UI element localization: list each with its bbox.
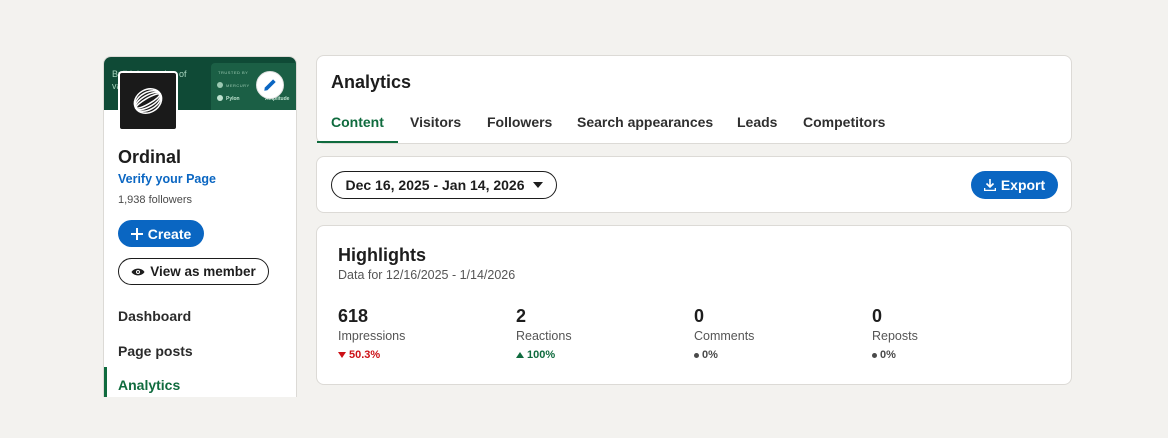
metric-change-value: 0%	[702, 349, 718, 361]
company-logo	[118, 71, 178, 131]
metric-change: 0%	[872, 349, 1042, 361]
date-range-dropdown[interactable]: Dec 16, 2025 - Jan 14, 2026	[331, 171, 557, 199]
mercury-logo-icon	[217, 82, 223, 88]
metric-change-value: 0%	[880, 349, 896, 361]
view-as-member-button[interactable]: View as member	[118, 258, 269, 285]
metric-change: 0%	[694, 349, 864, 361]
view-as-member-label: View as member	[150, 264, 256, 279]
highlights-subtitle: Data for 12/16/2025 - 1/14/2026	[338, 268, 516, 282]
tab-followers[interactable]: Followers	[487, 114, 552, 130]
metric-reposts: 0 Reposts 0%	[872, 306, 1042, 361]
metric-label: Comments	[694, 329, 755, 343]
verify-page-link[interactable]: Verify your Page	[118, 172, 216, 186]
active-tab-indicator	[317, 141, 398, 143]
metric-label: Reactions	[516, 329, 572, 343]
metric-label: Impressions	[338, 329, 406, 343]
metric-comments: 0 Comments 0%	[694, 306, 864, 361]
banner-trusted-text: TRUSTED BY	[218, 70, 249, 75]
export-button-label: Export	[1000, 177, 1046, 193]
triangle-up-icon	[516, 352, 524, 358]
neutral-dot-icon	[872, 352, 877, 358]
metric-value: 618	[338, 306, 369, 326]
tab-search-appearances[interactable]: Search appearances	[577, 114, 713, 130]
download-icon	[983, 179, 996, 191]
neutral-dot-icon	[694, 352, 699, 358]
metric-value: 0	[694, 306, 705, 326]
tab-competitors[interactable]: Competitors	[803, 114, 885, 130]
highlights-card: Highlights Data for 12/16/2025 - 1/14/20…	[316, 225, 1072, 385]
eye-icon	[131, 268, 145, 275]
nav-active-indicator	[104, 367, 107, 397]
pencil-icon	[264, 79, 276, 91]
follower-count: 1,938 followers	[118, 194, 192, 206]
banner-pylon-text: Pylon	[226, 96, 240, 102]
page-profile-card: Build the engine of value. TRUSTED BY ME…	[103, 56, 297, 397]
create-button[interactable]: Create	[118, 220, 204, 247]
metric-value: 0	[872, 306, 883, 326]
metric-reactions: 2 Reactions 100%	[516, 306, 686, 361]
nav-item-page-posts[interactable]: Page posts	[118, 343, 193, 359]
pylon-logo-icon	[217, 95, 223, 101]
analytics-header-card: Analytics Content Visitors Followers Sea…	[316, 55, 1072, 144]
highlights-title: Highlights	[338, 245, 426, 265]
page-name: Ordinal	[118, 147, 182, 167]
banner-mercury-text: MERCURY	[226, 83, 250, 88]
filter-bar: Dec 16, 2025 - Jan 14, 2026 Export	[316, 156, 1072, 213]
metric-change: 50.3%	[338, 349, 508, 361]
date-range-label: Dec 16, 2025 - Jan 14, 2026	[345, 177, 525, 193]
tab-content[interactable]: Content	[331, 114, 384, 130]
page-title: Analytics	[331, 72, 412, 92]
nav-item-analytics[interactable]: Analytics	[118, 377, 180, 393]
export-button[interactable]: Export	[971, 171, 1058, 199]
edit-page-button[interactable]	[256, 71, 284, 99]
metric-change-value: 50.3%	[349, 349, 381, 361]
tab-visitors[interactable]: Visitors	[410, 114, 461, 130]
metric-impressions: 618 Impressions 50.3%	[338, 306, 508, 361]
nav-item-dashboard[interactable]: Dashboard	[118, 308, 191, 324]
tab-leads[interactable]: Leads	[737, 114, 777, 130]
ordinal-logo-icon	[133, 88, 163, 114]
create-button-label: Create	[147, 225, 192, 242]
metric-change: 100%	[516, 349, 686, 361]
metric-change-value: 100%	[527, 349, 556, 361]
metric-value: 2	[516, 306, 527, 326]
metric-label: Reposts	[872, 329, 918, 343]
plus-icon	[130, 227, 143, 240]
triangle-down-icon	[338, 352, 346, 358]
caret-down-icon	[532, 182, 543, 188]
